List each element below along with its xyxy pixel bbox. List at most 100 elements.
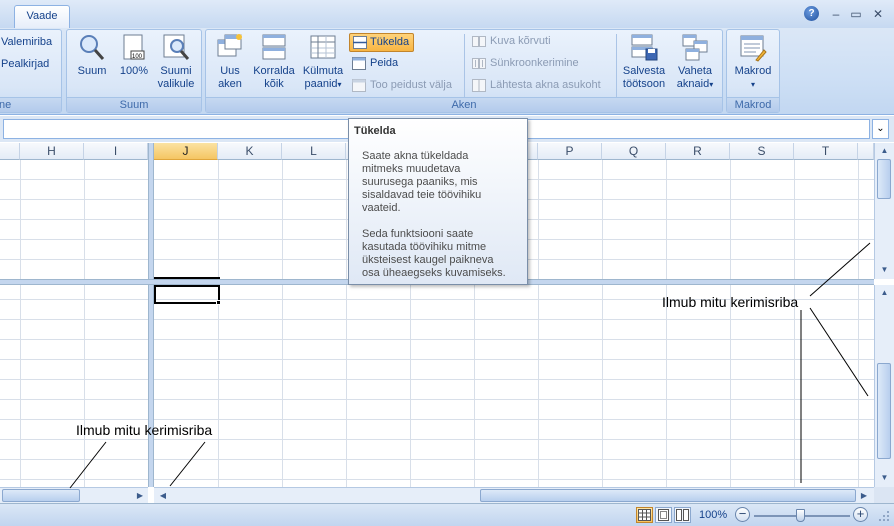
column-header-partial[interactable] — [858, 143, 874, 160]
column-header-r[interactable]: R — [666, 143, 730, 160]
reset-position-button[interactable]: Lähtesta akna asukoht — [472, 77, 601, 94]
normal-view-icon — [638, 509, 651, 521]
side-by-side-button[interactable]: Kuva kõrvuti — [472, 33, 551, 50]
freeze-panes-button[interactable]: Külmuta paanid▾ — [300, 32, 346, 91]
gridline-horizontal — [0, 419, 874, 420]
macros-button[interactable]: Makrod ▾ — [729, 32, 777, 91]
zoom-out-button[interactable]: − — [735, 507, 750, 522]
separator — [616, 34, 617, 98]
column-header-i[interactable]: I — [84, 143, 148, 160]
zoom-in-button[interactable]: + — [853, 507, 868, 522]
scroll-right-icon[interactable]: ▶ — [857, 489, 871, 503]
split-icon — [353, 36, 367, 49]
column-header-t[interactable]: T — [794, 143, 858, 160]
scroll-corner — [874, 487, 894, 503]
formula-bar-checkbox[interactable]: Valemiriba — [0, 34, 52, 51]
scroll-down-icon[interactable]: ▼ — [877, 263, 892, 277]
chevron-down-icon: ▾ — [337, 80, 342, 89]
close-icon[interactable]: ✕ — [870, 6, 886, 22]
page-break-view-button[interactable] — [674, 507, 691, 523]
zoom-100-button[interactable]: 100 100% — [115, 32, 153, 78]
page-break-icon — [676, 509, 689, 521]
unhide-button[interactable]: Too peidust välja — [352, 77, 452, 94]
headings-label: Pealkirjad — [1, 58, 50, 70]
scroll-up-icon[interactable]: ▲ — [877, 286, 892, 300]
page-layout-icon — [658, 509, 669, 521]
group-label-window: Aken — [206, 97, 722, 112]
sync-scroll-icon — [472, 58, 486, 69]
ribbon-group-window: Uus aken Korralda kõik Külmuta paanid▾ T… — [205, 29, 723, 113]
ribbon: Valemiriba Pealkirjad ne Suum 100 100% S… — [0, 28, 894, 115]
gridline-horizontal — [0, 379, 874, 380]
active-cell[interactable] — [154, 285, 220, 304]
svg-text:100: 100 — [132, 54, 143, 60]
new-window-label: Uus aken — [218, 65, 242, 90]
minimize-icon[interactable]: – — [828, 6, 844, 22]
group-label-zoom: Suum — [67, 97, 201, 112]
scroll-down-icon[interactable]: ▼ — [877, 471, 892, 485]
zoom-button[interactable]: Suum — [73, 32, 111, 78]
scroll-right-icon[interactable]: ▶ — [133, 489, 147, 503]
gridline-vertical — [666, 160, 667, 487]
chevron-down-icon: ▾ — [709, 80, 714, 89]
unhide-label: Too peidust välja — [370, 79, 452, 91]
gridline-horizontal — [0, 459, 874, 460]
freeze-panes-icon — [310, 35, 336, 59]
arrange-all-label: Korralda kõik — [253, 65, 295, 90]
zoom-slider-thumb[interactable] — [796, 509, 805, 522]
save-workspace-button[interactable]: Salvesta töötsoon — [618, 32, 670, 91]
restore-icon[interactable]: ▭ — [848, 6, 864, 22]
scroll-thumb[interactable] — [877, 363, 891, 459]
scroll-left-icon[interactable]: ◀ — [156, 489, 170, 503]
horizontal-scrollbar-left[interactable]: ▶ — [0, 487, 148, 503]
help-icon[interactable]: ? — [804, 6, 819, 21]
headings-checkbox[interactable]: Pealkirjad — [0, 56, 49, 73]
annotation-bottom: Ilmub mitu kerimisriba — [76, 422, 213, 438]
active-cell-top-border — [154, 277, 220, 279]
horizontal-scrollbar-right[interactable]: ◀ ▶ — [154, 487, 874, 503]
resize-grip-icon[interactable] — [878, 510, 890, 522]
column-header-q[interactable]: Q — [602, 143, 666, 160]
gridline-horizontal — [0, 439, 874, 440]
arrange-all-icon — [262, 34, 286, 60]
column-header-s[interactable]: S — [730, 143, 794, 160]
vertical-scrollbar-top[interactable]: ▲ ▼ — [874, 143, 894, 279]
fill-handle[interactable] — [216, 300, 221, 305]
scroll-thumb[interactable] — [877, 159, 891, 199]
arrange-all-button[interactable]: Korralda kõik — [250, 32, 298, 91]
annotation-right: Ilmub mitu kerimisriba — [662, 294, 799, 310]
vertical-scrollbar-bottom[interactable]: ▲ ▼ — [874, 285, 894, 487]
gridline-vertical — [794, 160, 795, 487]
normal-view-button[interactable] — [636, 507, 653, 523]
zoom-selection-label: Suumi valikule — [157, 65, 195, 90]
tab-view[interactable]: Vaade — [14, 5, 70, 28]
group-label-show: ne — [0, 97, 61, 112]
scroll-up-icon[interactable]: ▲ — [877, 144, 892, 158]
hide-label: Peida — [370, 57, 399, 69]
column-header-l[interactable]: L — [282, 143, 346, 160]
zoom-selection-button[interactable]: Suumi valikule — [153, 32, 199, 91]
column-header-h[interactable]: H — [20, 143, 84, 160]
zoom-100-label: 100% — [119, 65, 149, 77]
gridline-horizontal — [0, 319, 874, 320]
gridline-vertical — [602, 160, 603, 487]
zoom-button-label: Suum — [77, 65, 107, 77]
switch-windows-button[interactable]: Vaheta aknaid▾ — [670, 32, 720, 91]
scroll-thumb[interactable] — [480, 489, 856, 502]
column-header-k[interactable]: K — [218, 143, 282, 160]
page-layout-view-button[interactable] — [655, 507, 672, 523]
scroll-thumb[interactable] — [2, 489, 80, 502]
select-all-corner[interactable] — [0, 143, 20, 160]
column-header-j[interactable]: J — [154, 143, 218, 160]
expand-formula-bar-button[interactable]: ⌄ — [872, 119, 889, 139]
ribbon-group-show: Valemiriba Pealkirjad ne — [0, 29, 62, 113]
split-tooltip: Tükelda Saate akna tükeldada mitmeks muu… — [348, 118, 528, 285]
reset-position-icon — [472, 79, 486, 92]
split-button[interactable]: Tükelda — [349, 33, 415, 52]
sync-scroll-button[interactable]: Sünkroonkerimine — [472, 55, 579, 72]
tooltip-title: Tükelda — [354, 125, 396, 137]
hide-button[interactable]: Peida — [352, 55, 398, 72]
column-header-p[interactable]: P — [538, 143, 602, 160]
new-window-button[interactable]: Uus aken — [212, 32, 248, 91]
zoom-level[interactable]: 100% — [699, 507, 727, 523]
